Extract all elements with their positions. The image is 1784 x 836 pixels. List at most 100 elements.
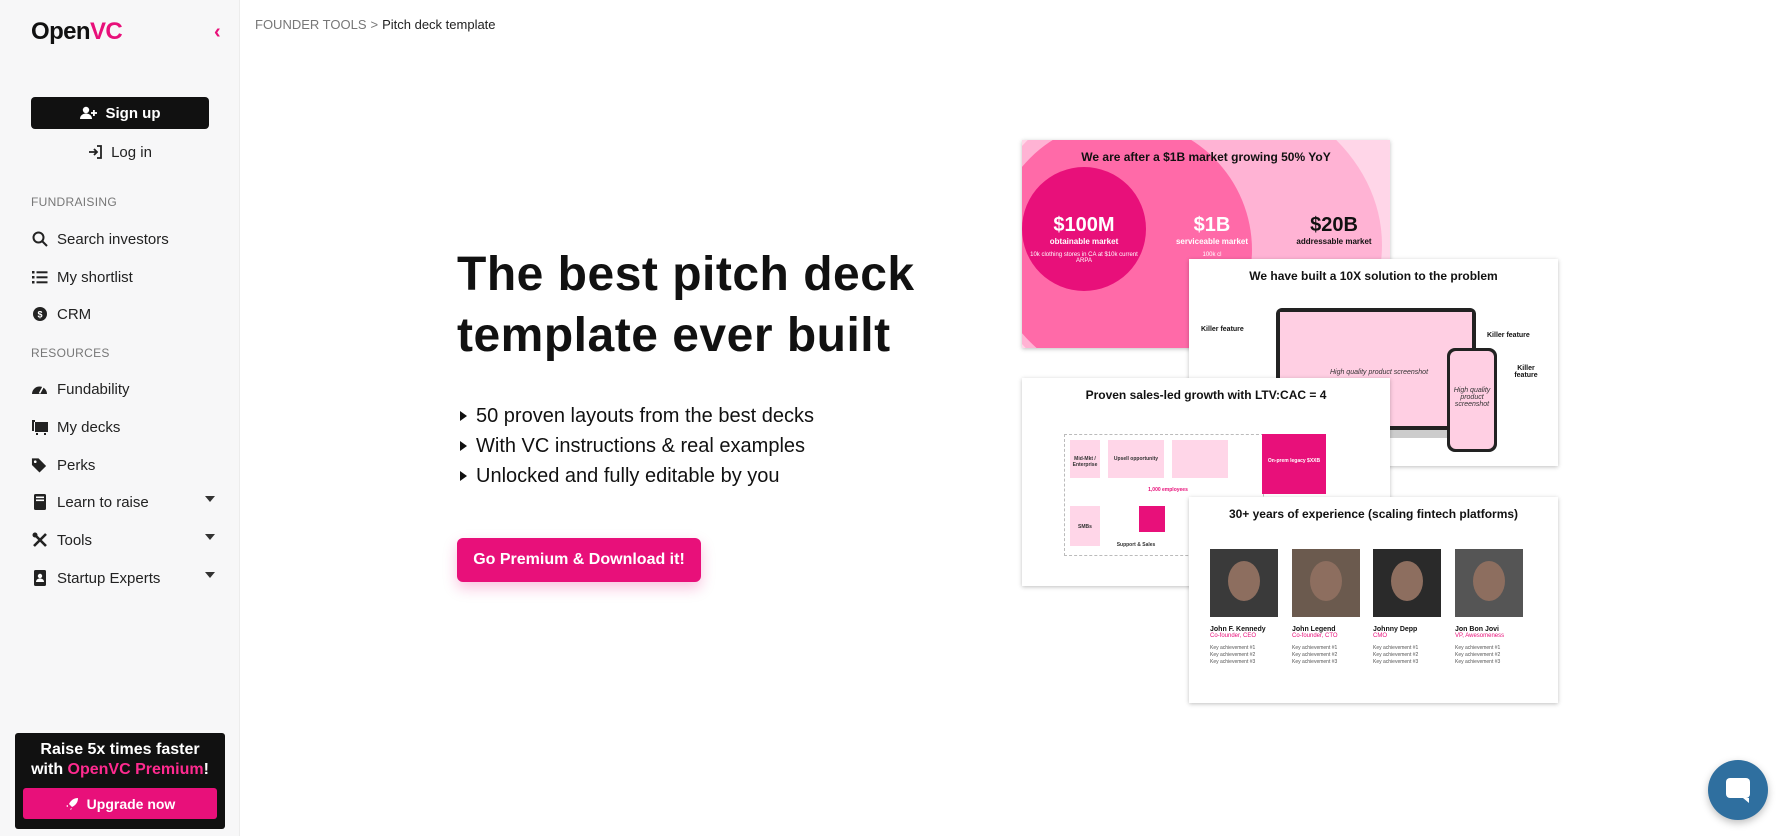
feature-text: 50 proven layouts from the best decks [476, 405, 814, 427]
phone-screenshot-label: High quality product screenshot [1453, 387, 1491, 408]
team-member-card: John F. Kennedy Co-founder, CEO Key achi… [1210, 549, 1280, 666]
feature-text: Unlocked and fully editable by you [476, 465, 780, 487]
contact-book-icon [31, 570, 48, 587]
killer-feature-phone: Killer feature [1511, 365, 1541, 379]
list-icon [31, 269, 48, 286]
som-value: $100M [1053, 214, 1115, 236]
team-member-photo [1210, 549, 1278, 617]
breadcrumb-separator: > [370, 17, 379, 32]
achievement: Key achievement #3 [1373, 659, 1419, 665]
promo-prefix: with [31, 761, 68, 778]
promo-line-2: with OpenVC Premium! [15, 760, 225, 780]
tam-value: $20B [1310, 214, 1358, 236]
nav-startup-experts[interactable]: Startup Experts [31, 566, 215, 590]
promo-accent: OpenVC Premium [67, 761, 204, 778]
upsell-label: Upsell opportunity [1113, 456, 1159, 462]
nav-label: Search investors [57, 230, 169, 248]
team-member-role: VP, Awesomeness [1455, 633, 1505, 639]
team-member-name: John F. Kennedy [1210, 626, 1266, 633]
killer-feature-right: Killer feature [1487, 332, 1530, 339]
killer-word: Killer [1517, 365, 1535, 372]
signup-label: Sign up [105, 104, 161, 122]
team-member-achievements: Key achievement #1 Key achievement #2 Key … [1373, 645, 1443, 666]
svg-text:$: $ [37, 310, 42, 320]
achievement: Key achievement #2 [1455, 652, 1501, 658]
slide-title: Proven sales-led growth with LTV:CAC = 4 [1085, 388, 1327, 402]
section-label-resources: RESOURCES [31, 346, 110, 360]
team-member-role: Co-founder, CTO [1292, 633, 1338, 639]
nav-label: My decks [57, 418, 121, 436]
feature-item: Unlocked and fully editable by you [460, 461, 814, 491]
achievement: Key achievement #3 [1455, 659, 1501, 665]
logo-text-accent: VC [89, 18, 123, 45]
team-member-photo [1455, 549, 1523, 617]
legacy-label: On-prem legacy $XXB [1267, 458, 1321, 464]
team-member-name: Jon Bon Jovi [1455, 626, 1499, 633]
slide-title: 30+ years of experience (scaling fintech… [1228, 507, 1519, 521]
nav-crm[interactable]: $ CRM [31, 302, 215, 326]
tam-value-block: $20B addressable market [1284, 214, 1384, 246]
nav-label: Startup Experts [57, 569, 161, 587]
nav-perks[interactable]: Perks [31, 453, 215, 477]
caret-down-icon [205, 496, 215, 502]
achievement: Key achievement #1 [1210, 645, 1256, 651]
gauge-icon [31, 381, 48, 398]
team-member-achievements: Key achievement #1 Key achievement #2 Key … [1210, 645, 1280, 666]
chat-launcher-button[interactable] [1708, 760, 1768, 820]
sam-value-block: $1B serviceable market 100k cl [1172, 214, 1252, 258]
feature-item: 50 proven layouts from the best decks [460, 401, 814, 431]
feature-text: With VC instructions & real examples [476, 435, 806, 457]
collapse-sidebar-chevron-icon[interactable]: ‹ [214, 22, 228, 42]
nav-fundability[interactable]: Fundability [31, 377, 215, 401]
rocket-icon [65, 797, 78, 810]
sam-note: 100k cl [1202, 252, 1222, 258]
openvc-logo[interactable]: OpenVC [31, 18, 123, 46]
legacy-box [1262, 434, 1326, 494]
som-note: 10k clothing stores in CA at $10k curren… [1030, 252, 1138, 264]
slide-team: 30+ years of experience (scaling fintech… [1189, 497, 1558, 703]
nav-tools[interactable]: Tools [31, 528, 215, 552]
nav-search-investors[interactable]: Search investors [31, 227, 215, 251]
go-premium-download-button[interactable]: Go Premium & Download it! [457, 538, 701, 582]
team-member-name: Johnny Depp [1373, 626, 1418, 633]
upgrade-label: Upgrade now [86, 795, 176, 812]
caret-down-icon [205, 534, 215, 540]
achievement: Key achievement #2 [1210, 652, 1256, 658]
team-member-achievements: Key achievement #1 Key achievement #2 Key … [1455, 645, 1525, 666]
segment-1-label: Mid-Mkt / Enterprise [1072, 456, 1098, 468]
som-label: obtainable market [1049, 237, 1119, 246]
signup-button[interactable]: Sign up [31, 97, 209, 129]
sam-value: $1B [1193, 214, 1231, 236]
breadcrumb-founder-tools[interactable]: FOUNDER TOOLS [255, 17, 366, 32]
bullet-triangle-icon [460, 411, 467, 421]
page-title: The best pitch deck template ever built [457, 248, 915, 362]
team-member-card: Johnny Depp CMO Key achievement #1 Key ac… [1373, 549, 1443, 666]
decks-icon [31, 419, 48, 436]
feature-word: feature [1514, 372, 1538, 379]
bullet-triangle-icon [460, 441, 467, 451]
segment-box [1172, 440, 1228, 478]
product-box [1139, 506, 1165, 532]
achievement: Key achievement #3 [1210, 659, 1256, 665]
killer-feature-left: Killer feature [1201, 326, 1244, 333]
nav-my-decks[interactable]: My decks [31, 415, 215, 439]
login-link[interactable]: Log in [31, 142, 209, 162]
book-icon [31, 494, 48, 511]
feature-list: 50 proven layouts from the best decks Wi… [460, 401, 814, 491]
nav-label: My shortlist [57, 268, 133, 286]
breadcrumb: FOUNDER TOOLS > Pitch deck template [255, 17, 496, 32]
screenshot-label: High quality product screenshot [1329, 369, 1429, 376]
team-member-achievements: Key achievement #1 Key achievement #2 Key … [1292, 645, 1362, 666]
segment-2-label: SMBs [1078, 524, 1092, 530]
nav-learn-to-raise[interactable]: Learn to raise [31, 490, 215, 514]
upgrade-now-button[interactable]: Upgrade now [23, 788, 217, 819]
nav-my-shortlist[interactable]: My shortlist [31, 265, 215, 289]
tam-label: addressable market [1296, 237, 1372, 246]
add-user-icon [79, 106, 97, 119]
promo-line-1: Raise 5x times faster [40, 741, 200, 758]
achievement: Key achievement #1 [1373, 645, 1419, 651]
team-member-role: CMO [1373, 633, 1387, 639]
team-member-photo [1373, 549, 1441, 617]
nav-label: Tools [57, 531, 93, 549]
achievement: Key achievement #2 [1373, 652, 1419, 658]
